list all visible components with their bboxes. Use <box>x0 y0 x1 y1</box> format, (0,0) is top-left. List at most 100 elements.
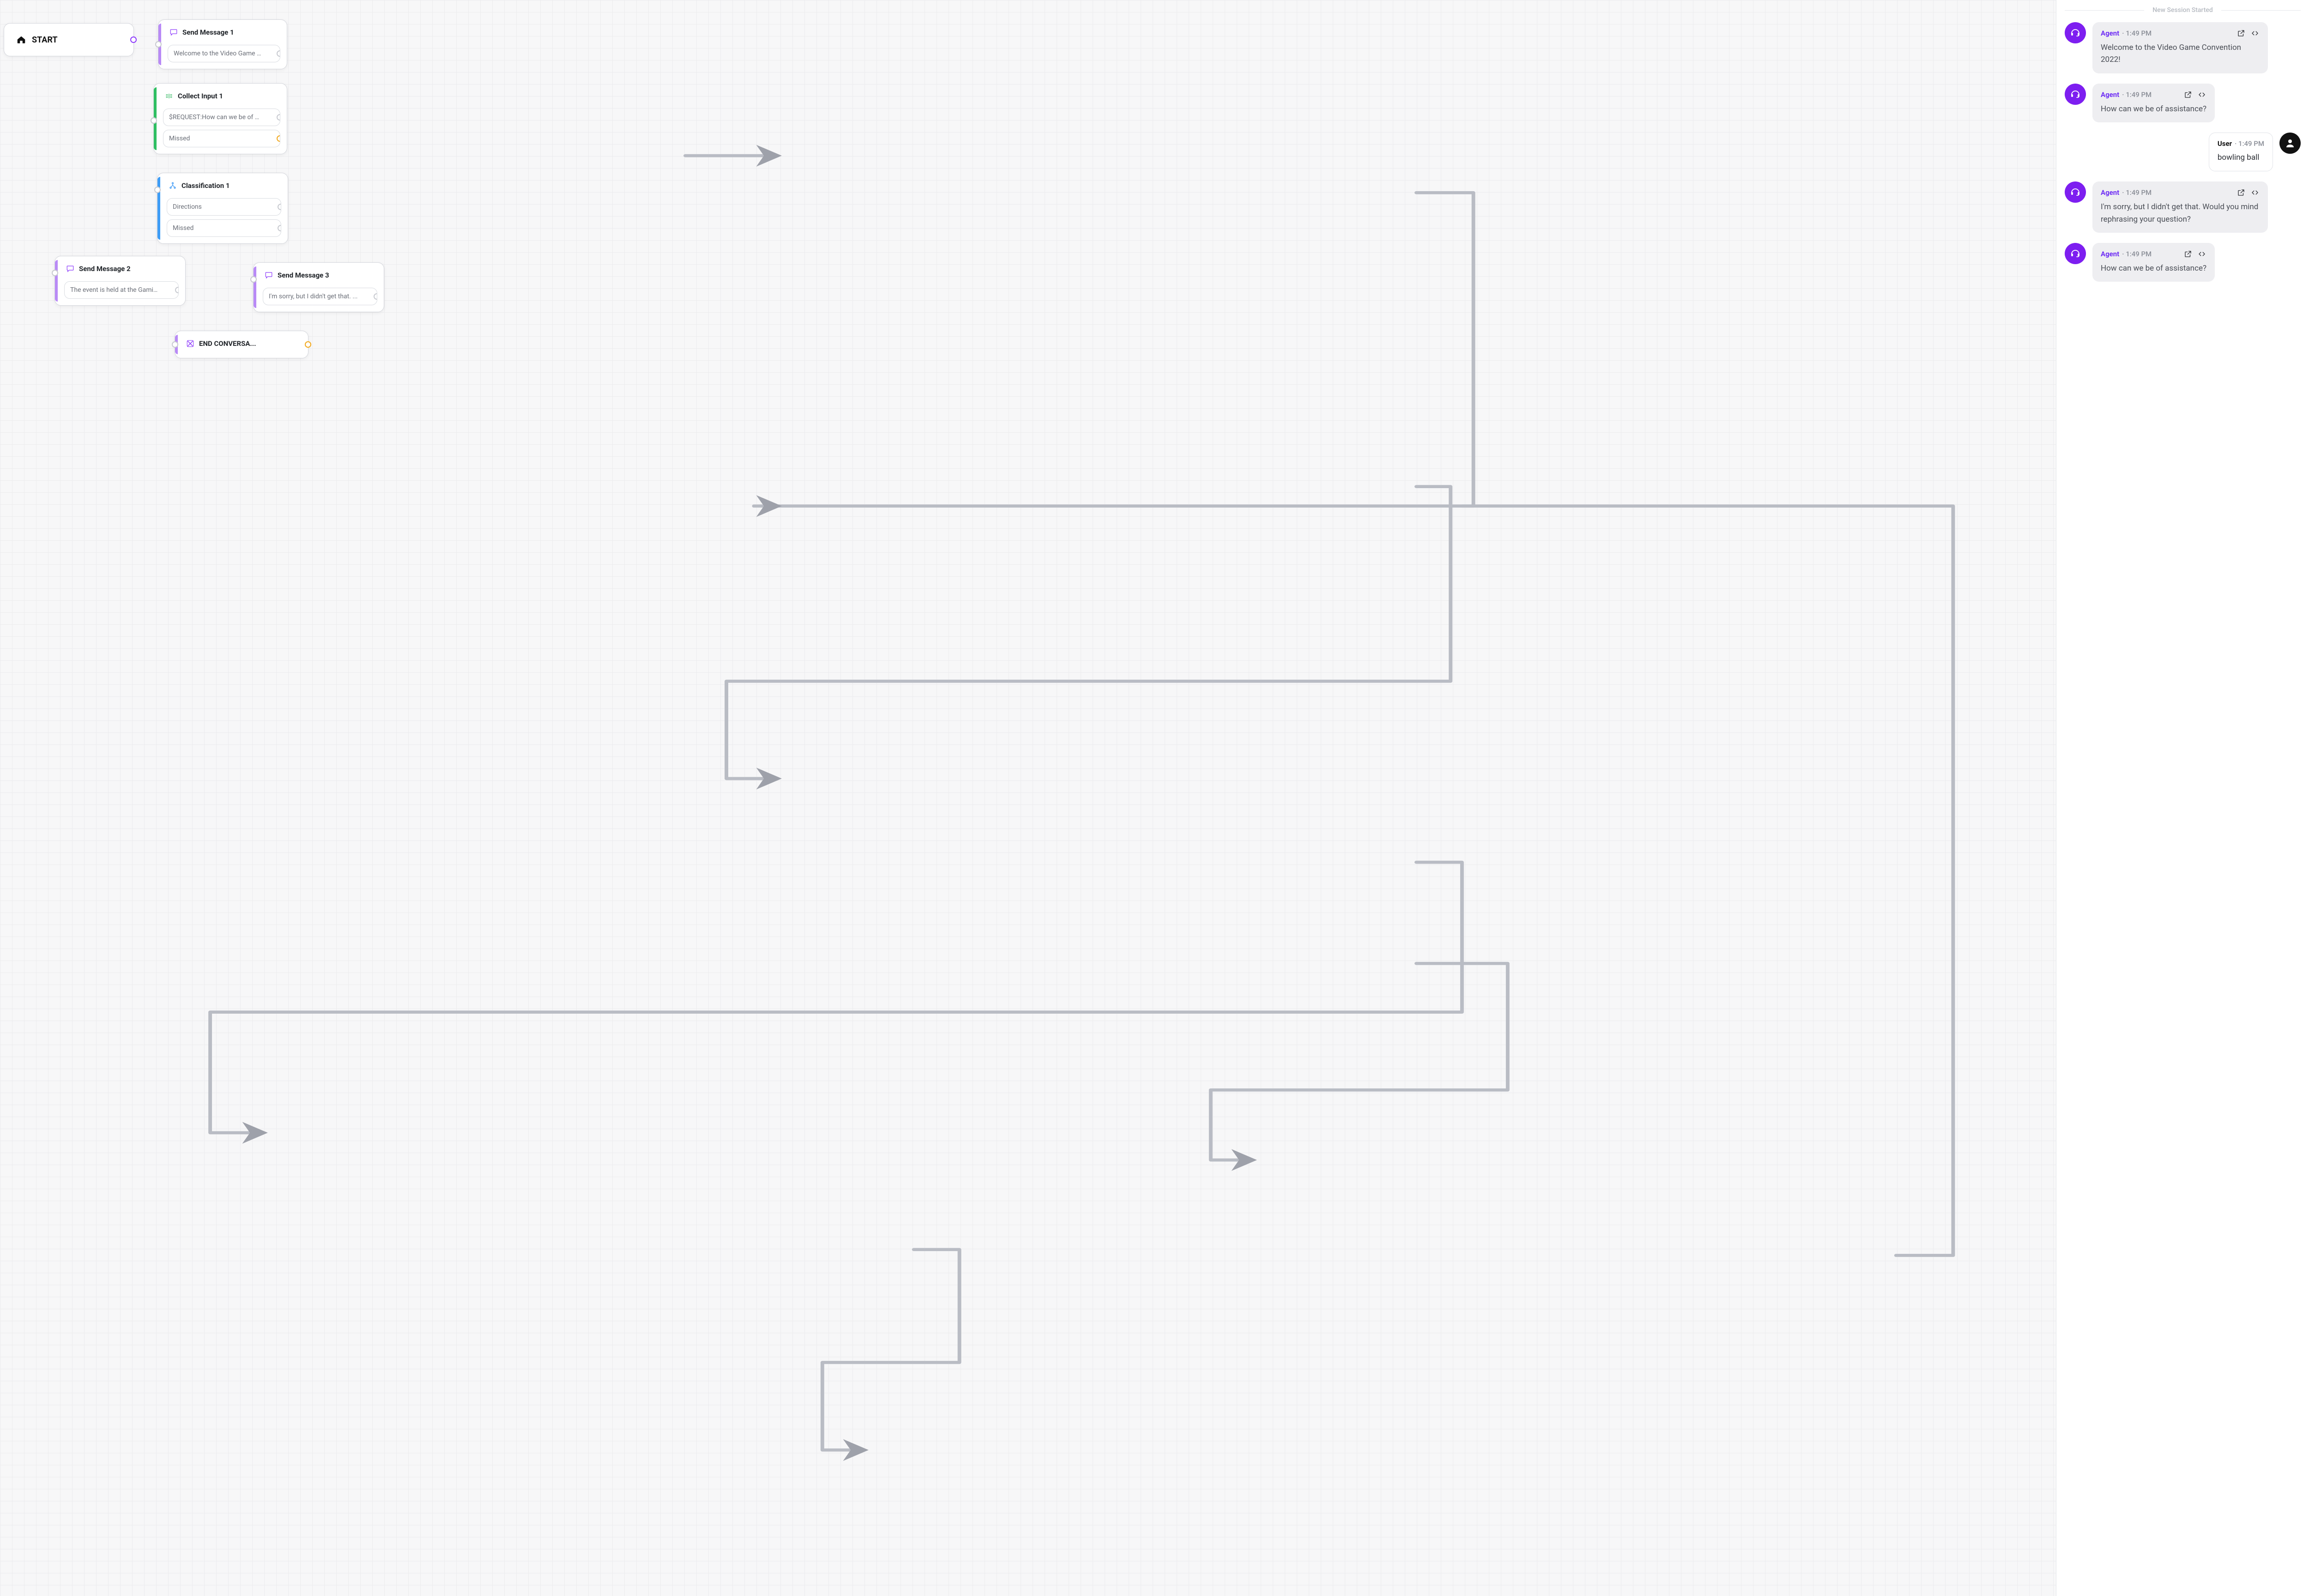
timestamp: · 1:49 PM <box>2122 91 2152 99</box>
chat-bubble: Agent · 1:49 PM Welcome to the Video Game… <box>2092 22 2268 73</box>
session-label: New Session Started <box>2152 6 2213 14</box>
chat-row: Agent · 1:49 PMHow can we be of assistan… <box>2065 243 2301 282</box>
chat-icon <box>66 265 74 273</box>
timestamp-value: 1:49 PM <box>2238 139 2264 148</box>
bubble-actions <box>2236 188 2260 197</box>
user-avatar <box>2279 133 2301 154</box>
code-icon <box>2198 91 2206 99</box>
slot-out-port[interactable] <box>277 114 280 121</box>
node-in-port[interactable] <box>154 187 161 193</box>
popout-button[interactable] <box>2236 29 2246 38</box>
node-slot[interactable]: $REQUEST:How can we be of assis <box>163 109 280 126</box>
slot-out-port[interactable] <box>278 204 281 210</box>
bubble-body: Welcome to the Video Game Convention 202… <box>2101 42 2260 66</box>
slot-out-port[interactable] <box>277 50 280 57</box>
chat-row: Agent · 1:49 PM How can we be of assistan… <box>2065 84 2301 122</box>
node-classification-1[interactable]: Classification 1 Directions Missed <box>157 173 288 244</box>
bubble-body: How can we be of assistance? <box>2101 103 2206 115</box>
sender-label: Agent <box>2101 188 2119 197</box>
agent-avatar <box>2065 181 2086 203</box>
slot-text: Welcome to the Video Game Co... <box>174 50 270 57</box>
popout-button[interactable] <box>2183 90 2193 99</box>
chat-panel: New Session Started Agent · 1:49 PM Welco… <box>2056 0 2309 1596</box>
sender-label: Agent <box>2101 91 2119 99</box>
node-slot[interactable]: The event is held at the Gaming... <box>64 281 179 299</box>
node-slot[interactable]: Missed <box>163 130 280 147</box>
node-collect-input-1[interactable]: Collect Input 1 $REQUEST:How can we be o… <box>153 83 287 154</box>
bubble-actions <box>2183 90 2206 99</box>
code-button[interactable] <box>2197 249 2206 259</box>
bubble-body: I'm sorry, but I didn't get that. Would … <box>2101 201 2260 225</box>
node-title: Send Message 2 <box>79 265 131 273</box>
chat-bubble: User · 1:49 PM bowling ball <box>2209 133 2273 171</box>
bubble-body: bowling ball <box>2218 151 2264 163</box>
node-send-message-1[interactable]: Send Message 1 Welcome to the Video Game… <box>158 19 287 69</box>
node-end-conversation[interactable]: END CONVERSA... <box>175 331 308 358</box>
start-label: START <box>32 35 58 45</box>
node-slot[interactable]: Directions <box>167 198 281 216</box>
flow-wires <box>0 0 2056 1596</box>
headset-icon <box>2070 89 2081 100</box>
input-icon <box>165 92 173 100</box>
agent-avatar <box>2065 84 2086 105</box>
timestamp: · 1:49 PM <box>2122 29 2152 37</box>
node-slot[interactable]: Missed <box>167 219 281 237</box>
slot-text: Missed <box>173 224 193 232</box>
session-separator: New Session Started <box>2065 6 2301 14</box>
person-icon <box>2285 138 2296 149</box>
node-in-port[interactable] <box>172 341 178 348</box>
home-icon <box>16 35 26 45</box>
node-in-port[interactable] <box>151 117 157 124</box>
node-out-port[interactable] <box>305 341 311 348</box>
chat-row: Agent · 1:49 PM Welcome to the Video Game… <box>2065 22 2301 73</box>
flow-canvas[interactable]: START Send Message 1 Welcome to the Vide… <box>0 0 2056 1596</box>
node-send-message-2[interactable]: Send Message 2 The event is held at the … <box>54 256 186 306</box>
timestamp: · 1:49 PM <box>2122 250 2152 258</box>
code-button[interactable] <box>2250 188 2260 197</box>
slot-out-port[interactable] <box>278 225 281 231</box>
branch-icon <box>169 181 177 190</box>
node-in-port[interactable] <box>155 41 162 48</box>
slot-out-port[interactable] <box>277 135 280 142</box>
node-title: Send Message 1 <box>182 28 234 36</box>
bubble-meta: Agent · 1:49 PM <box>2101 29 2260 38</box>
slot-text: Directions <box>173 203 202 211</box>
chat-row: User · 1:49 PM bowling ball <box>2065 133 2301 171</box>
agent-avatar <box>2065 243 2086 264</box>
start-out-port[interactable] <box>130 36 137 43</box>
slot-out-port[interactable] <box>374 293 377 300</box>
code-button[interactable] <box>2250 29 2260 38</box>
slot-out-port[interactable] <box>175 287 179 293</box>
popout-button[interactable] <box>2183 249 2193 259</box>
timestamp: · 1:49 PM <box>2122 188 2152 197</box>
node-title: Classification 1 <box>181 181 230 190</box>
slot-text: The event is held at the Gaming... <box>70 286 166 294</box>
timestamp-value: 1:49 PM <box>2126 188 2152 197</box>
sender-label: User <box>2218 139 2232 148</box>
timestamp-value: 1:49 PM <box>2126 250 2152 258</box>
sender-label: Agent <box>2101 29 2119 37</box>
chat-row: Agent · 1:49 PM I'm sorry, but I didn't g… <box>2065 181 2301 233</box>
agent-avatar <box>2065 22 2086 43</box>
timestamp-value: 1:49 PM <box>2126 29 2152 37</box>
popout-icon <box>2184 250 2192 258</box>
code-button[interactable] <box>2197 90 2206 99</box>
popout-icon <box>2237 188 2245 197</box>
timestamp-value: 1:49 PM <box>2126 91 2152 99</box>
start-node[interactable]: START <box>4 23 134 56</box>
headset-icon <box>2070 248 2081 259</box>
popout-button[interactable] <box>2236 188 2246 197</box>
chat-icon <box>169 28 178 36</box>
node-slot[interactable]: I'm sorry, but I didn't get that. ... <box>263 288 377 305</box>
divider <box>2065 10 2144 11</box>
popout-icon <box>2184 91 2192 99</box>
node-slot[interactable]: Welcome to the Video Game Co... <box>168 45 280 62</box>
code-icon <box>2251 188 2259 197</box>
node-title: END CONVERSA... <box>199 339 256 348</box>
bubble-meta: User · 1:49 PM <box>2218 139 2264 148</box>
slot-text: Missed <box>169 135 190 142</box>
node-send-message-3[interactable]: Send Message 3 I'm sorry, but I didn't g… <box>253 262 384 312</box>
node-in-port[interactable] <box>52 270 58 276</box>
node-in-port[interactable] <box>250 276 257 283</box>
timestamp: · 1:49 PM <box>2235 139 2264 148</box>
